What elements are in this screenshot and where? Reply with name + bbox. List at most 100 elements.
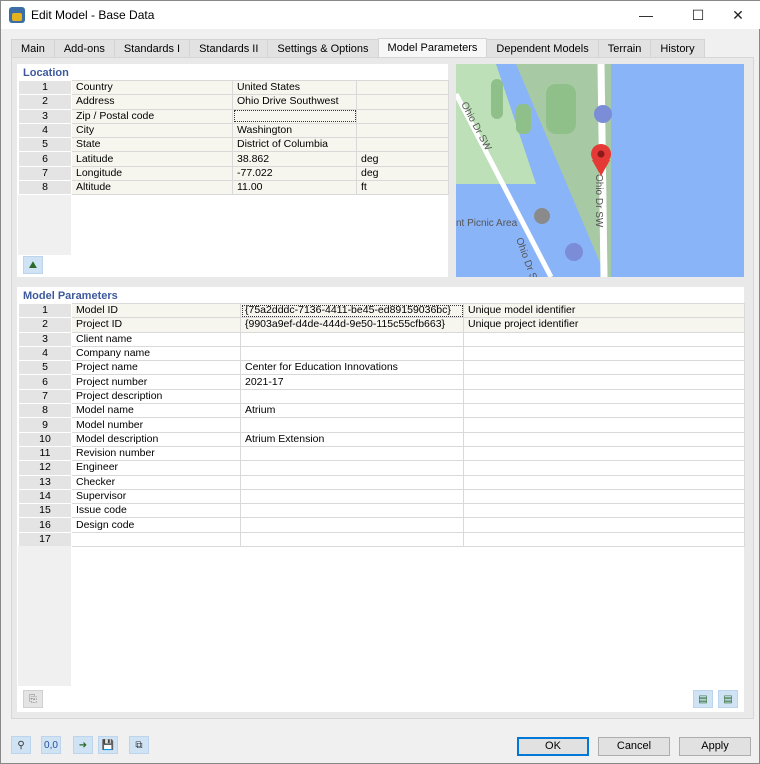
n-cell: 1 [18, 302, 72, 319]
cancel-button[interactable]: Cancel [598, 737, 670, 756]
n-cell: 12 [18, 460, 72, 476]
unit-cell [356, 137, 449, 153]
label-cell: Model description [71, 431, 241, 447]
n-cell: 10 [18, 431, 72, 447]
value-cell[interactable]: District of Columbia [232, 137, 357, 153]
value-cell[interactable] [240, 460, 464, 476]
label-cell: Project description [71, 388, 241, 405]
tab-standards-ii[interactable]: Standards II [189, 39, 269, 58]
tab-model-parameters[interactable]: Model Parameters [377, 38, 488, 58]
value-cell[interactable]: Center for Education Innovations [240, 360, 464, 376]
save-button[interactable]: 💾 [98, 736, 118, 754]
desc-cell [463, 445, 745, 462]
value-cell[interactable] [240, 331, 464, 347]
parking-icon [594, 105, 612, 123]
apply-button[interactable]: Apply [679, 737, 751, 756]
table-row: 2 Address Ohio Drive Southwest [18, 94, 449, 110]
clear-icon: ⎘ [29, 693, 37, 705]
desc-cell [463, 360, 745, 376]
value-cell[interactable]: Atrium [240, 403, 464, 419]
poi-icon [534, 208, 550, 224]
value-cell[interactable]: {9903a9ef-d4de-444d-9e50-115c55cfb663} [240, 317, 464, 333]
tab-add-ons[interactable]: Add-ons [53, 39, 115, 58]
desc-cell [463, 517, 745, 533]
n-cell: 4 [18, 122, 72, 139]
window-title: Edit Model - Base Data [31, 8, 155, 22]
pick-location-button[interactable]: ⛰ [23, 256, 43, 274]
label-cell: Country [71, 79, 233, 96]
unit-cell [356, 79, 449, 96]
value-cell[interactable]: 38.862 [232, 151, 357, 167]
value-cell[interactable]: {75a2dddc-7136-4411-be45-ed89159036bc} [240, 302, 464, 319]
desc-cell: Unique project identifier [463, 317, 745, 333]
table-row: 5 Project name Center for Education Innova… [18, 360, 745, 376]
label-cell [71, 531, 241, 548]
table-row: 16 Design code [18, 517, 745, 533]
map-pin-icon: ⛰ [28, 259, 38, 271]
desc-cell [463, 488, 745, 505]
value-cell[interactable] [240, 488, 464, 505]
load-icon: ➜ [78, 739, 88, 751]
label-cell: Project number [71, 374, 241, 390]
value-cell[interactable]: United States [232, 79, 357, 96]
model-parameters-section: Model Parameters 1 Model ID {75a2dddc-7136… [17, 287, 745, 712]
n-cell: 8 [18, 403, 72, 419]
value-cell[interactable] [240, 417, 464, 433]
model-parameters-table: 1 Model ID {75a2dddc-7136-4411-be45-ed8915… [18, 302, 745, 548]
value-cell[interactable] [240, 445, 464, 462]
value-cell[interactable]: Ohio Drive Southwest [232, 94, 357, 110]
value-cell[interactable] [240, 503, 464, 519]
table-row: 7 Project description [18, 388, 745, 405]
desc-cell: Unique model identifier [463, 302, 745, 319]
table-row: 6 Latitude 38.862 deg [18, 151, 449, 167]
table-row: 6 Project number 2021-17 [18, 374, 745, 390]
value-cell[interactable] [240, 531, 464, 548]
tab-settings-options[interactable]: Settings & Options [267, 39, 379, 58]
clear-button[interactable]: ⎘ [23, 690, 43, 708]
value-cell[interactable] [232, 108, 357, 124]
value-cell[interactable]: -77.022 [232, 165, 357, 182]
minimize-button[interactable]: — [623, 1, 669, 29]
n-cell: 14 [18, 488, 72, 505]
n-cell: 13 [18, 474, 72, 490]
table-row: 13 Checker [18, 474, 745, 490]
value-cell[interactable]: 11.00 [232, 180, 357, 196]
tab-history[interactable]: History [650, 39, 705, 58]
tab-main[interactable]: Main [11, 39, 55, 58]
copy-button[interactable]: ⧉ [129, 736, 149, 754]
close-button[interactable]: ✕ [715, 1, 760, 29]
desc-cell [463, 503, 745, 519]
value-cell[interactable] [240, 517, 464, 533]
load-button[interactable]: ➜ [73, 736, 93, 754]
units-button[interactable]: 0,0 [41, 736, 61, 754]
value-cell[interactable]: Atrium Extension [240, 431, 464, 447]
location-map[interactable]: Ohio Dr SW Ohio Dr SW Ohio Dr SW nt Picn… [456, 64, 744, 277]
label-cell: Zip / Postal code [71, 108, 233, 124]
tab-terrain[interactable]: Terrain [597, 39, 652, 58]
export-excel-button[interactable]: ▤ [693, 690, 713, 708]
import-excel-button[interactable]: ▤ [718, 690, 738, 708]
n-cell: 4 [18, 345, 72, 362]
table-row: 10 Model description Atrium Extension [18, 431, 745, 447]
help-button[interactable]: ⚲ [11, 736, 31, 754]
table-row: 11 Revision number [18, 445, 745, 462]
label-cell: Longitude [71, 165, 233, 182]
value-cell[interactable] [240, 474, 464, 490]
value-cell[interactable] [240, 345, 464, 362]
excel-export-icon: ▤ [698, 693, 708, 705]
value-cell[interactable] [240, 388, 464, 405]
value-cell[interactable]: Washington [232, 122, 357, 139]
table-row: 7 Longitude -77.022 deg [18, 165, 449, 182]
tab-standards-i[interactable]: Standards I [113, 39, 191, 58]
label-cell: Issue code [71, 503, 241, 519]
tab-dependent-models[interactable]: Dependent Models [486, 39, 599, 58]
n-cell: 6 [18, 151, 72, 167]
n-cell: 1 [18, 79, 72, 96]
label-cell: City [71, 122, 233, 139]
desc-cell [463, 331, 745, 347]
ok-button[interactable]: OK [517, 737, 589, 756]
n-cell: 11 [18, 445, 72, 462]
value-cell[interactable]: 2021-17 [240, 374, 464, 390]
unit-cell [356, 122, 449, 139]
table-row: 4 Company name [18, 345, 745, 362]
